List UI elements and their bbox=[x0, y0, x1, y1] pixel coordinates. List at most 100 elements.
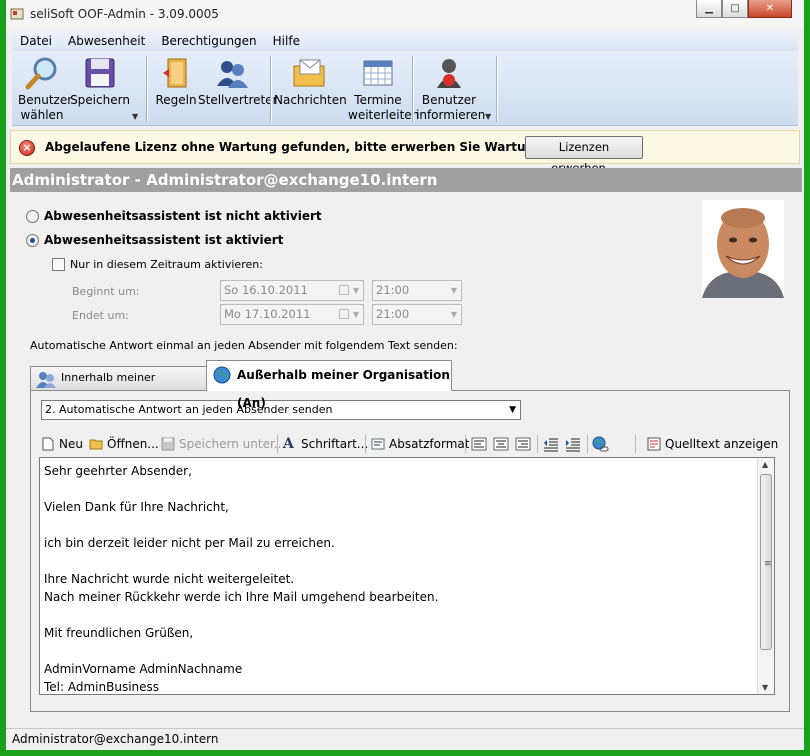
calendar-icon bbox=[363, 60, 393, 86]
new-button[interactable]: Neu bbox=[41, 435, 83, 453]
open-label: Öffnen... bbox=[107, 437, 159, 451]
users-icon bbox=[36, 372, 56, 388]
toolbar-separator bbox=[465, 435, 466, 453]
assistant-active-label: Abwesenheitsassistent ist aktiviert bbox=[44, 233, 284, 247]
editor-toolbar: Neu Öffnen... Speichern unter... A Schri… bbox=[39, 433, 781, 455]
globe-icon bbox=[213, 366, 231, 384]
message-editor[interactable]: Sehr geehrter Absender, Vielen Dank für … bbox=[39, 457, 775, 695]
scroll-down-arrow[interactable]: ▼ bbox=[762, 683, 768, 692]
message-body: Sehr geehrter Absender, Vielen Dank für … bbox=[44, 464, 439, 694]
begin-time-field[interactable]: 21:00 ▼ bbox=[372, 280, 462, 301]
forward-appointments-label-1: Termine bbox=[354, 93, 402, 107]
chevron-down-icon: ▼ bbox=[509, 405, 516, 415]
floppy-disk-icon bbox=[161, 437, 175, 451]
toolbar-separator bbox=[365, 435, 366, 453]
envelope-folder-icon bbox=[293, 59, 325, 87]
forward-appointments-label-2: weiterleiten bbox=[348, 108, 420, 122]
menu-bar: Datei Abwesenheit Berechtigungen Hilfe bbox=[12, 31, 798, 51]
menu-datei[interactable]: Datei bbox=[12, 34, 60, 48]
open-button[interactable]: Öffnen... bbox=[89, 435, 159, 453]
begin-label: Beginnt um: bbox=[72, 285, 140, 298]
period-label: Nur in diesem Zeitraum aktivieren: bbox=[70, 258, 263, 271]
rules-button[interactable]: Regeln bbox=[154, 54, 198, 108]
show-source-label: Quelltext anzeigen bbox=[665, 437, 779, 451]
assistant-inactive-label: Abwesenheitsassistent ist nicht aktivier… bbox=[44, 209, 322, 223]
font-icon: A bbox=[283, 436, 294, 452]
reply-mode-value: 2. Automatische Antwort an jeden Absende… bbox=[45, 403, 333, 416]
toolbar-separator bbox=[635, 435, 636, 453]
select-user-label-1: Benutzer bbox=[18, 93, 73, 107]
decrease-indent-icon[interactable] bbox=[543, 435, 559, 453]
align-left-icon[interactable] bbox=[471, 435, 487, 453]
font-button[interactable]: A Schriftart... bbox=[283, 435, 368, 453]
magnifier-icon bbox=[25, 57, 57, 90]
title-bar: seliSoft OOF-Admin - 3.09.0005 ▁ □ ✕ bbox=[6, 0, 804, 28]
end-date-field[interactable]: Mo 17.10.2011 ▼ bbox=[220, 304, 364, 325]
tab-panel-outside: 2. Automatische Antwort an jeden Absende… bbox=[30, 390, 790, 712]
main-content: Abwesenheitsassistent ist nicht aktivier… bbox=[10, 192, 802, 724]
calendar-icon bbox=[339, 285, 349, 295]
close-button[interactable]: ✕ bbox=[748, 0, 792, 18]
toolbar-separator bbox=[277, 435, 278, 453]
end-time-value: 21:00 bbox=[376, 307, 410, 321]
assistant-active-radio[interactable] bbox=[26, 234, 39, 247]
tab-inside-organization[interactable]: Innerhalb meiner Organisation bbox=[30, 366, 208, 406]
forward-appointments-button[interactable]: Termine weiterleiten bbox=[348, 54, 419, 123]
end-date-value: Mo 17.10.2011 bbox=[224, 307, 311, 321]
begin-date-field[interactable]: So 16.10.2011 ▼ bbox=[220, 280, 364, 301]
save-label: Speichern bbox=[70, 93, 130, 107]
rules-label: Regeln bbox=[155, 93, 197, 107]
scrollbar-grip: ≡ bbox=[764, 559, 772, 569]
menu-hilfe[interactable]: Hilfe bbox=[265, 34, 308, 48]
scroll-up-arrow[interactable]: ▲ bbox=[762, 460, 768, 469]
buy-licenses-button[interactable]: Lizenzen erwerben... bbox=[525, 136, 643, 175]
door-icon bbox=[163, 58, 187, 88]
select-user-button[interactable]: Benutzer wählen bbox=[18, 54, 72, 123]
begin-time-value: 21:00 bbox=[376, 283, 410, 297]
reply-mode-select[interactable]: 2. Automatische Antwort an jeden Absende… bbox=[41, 400, 521, 420]
scrollbar-thumb[interactable]: ≡ bbox=[760, 474, 772, 650]
folder-open-icon bbox=[89, 439, 103, 450]
end-time-field[interactable]: 21:00 ▼ bbox=[372, 304, 462, 325]
save-dropdown-arrow[interactable]: ▼ bbox=[132, 112, 138, 121]
toolbar-separator bbox=[146, 56, 147, 122]
editor-vertical-scrollbar[interactable]: ▲ ≡ ▼ bbox=[757, 458, 774, 694]
menu-berechtigungen[interactable]: Berechtigungen bbox=[153, 34, 264, 48]
increase-indent-icon[interactable] bbox=[565, 435, 581, 453]
chevron-down-icon: ▼ bbox=[450, 310, 457, 319]
paragraph-label: Absatzformat bbox=[389, 437, 470, 451]
inform-dropdown-arrow[interactable]: ▼ bbox=[485, 112, 491, 121]
window-title: seliSoft OOF-Admin - 3.09.0005 bbox=[30, 7, 219, 21]
status-bar: Administrator@exchange10.intern bbox=[6, 728, 804, 750]
tab-outside-organization[interactable]: Außerhalb meiner Organisation (An) bbox=[206, 360, 452, 410]
reply-instruction: Automatische Antwort einmal an jeden Abs… bbox=[30, 339, 458, 352]
period-checkbox[interactable] bbox=[52, 258, 65, 271]
select-user-label-2: wählen bbox=[20, 108, 64, 122]
toolbar-separator bbox=[587, 435, 588, 453]
messages-label: Nachrichten bbox=[274, 93, 347, 107]
deputy-label: Stellvertreter bbox=[198, 93, 278, 107]
messages-button[interactable]: Nachrichten bbox=[274, 54, 347, 108]
chevron-down-icon: ▼ bbox=[352, 286, 359, 295]
new-document-icon bbox=[42, 437, 54, 451]
new-label: Neu bbox=[59, 437, 83, 451]
paragraph-button[interactable]: Absatzformat bbox=[371, 435, 469, 453]
deputy-button[interactable]: Stellvertreter bbox=[198, 54, 278, 108]
toolbar-separator bbox=[537, 435, 538, 453]
user-header: Administrator - Administrator@exchange10… bbox=[10, 168, 802, 192]
main-toolbar: Benutzer wählen Speichern ▼ Regeln Stell… bbox=[12, 52, 798, 126]
show-source-button[interactable]: Quelltext anzeigen bbox=[647, 435, 778, 453]
floppy-disk-icon bbox=[85, 58, 115, 88]
align-center-icon[interactable] bbox=[493, 435, 509, 453]
begin-date-value: So 16.10.2011 bbox=[224, 283, 308, 297]
minimize-button[interactable]: ▁ bbox=[696, 0, 722, 18]
save-button[interactable]: Speichern bbox=[70, 54, 130, 108]
inform-user-button[interactable]: Benutzer informieren bbox=[416, 54, 485, 123]
hyperlink-globe-icon[interactable] bbox=[591, 435, 609, 453]
assistant-inactive-radio[interactable] bbox=[26, 210, 39, 223]
inform-user-label-1: Benutzer bbox=[421, 93, 477, 107]
save-as-button[interactable]: Speichern unter... bbox=[161, 435, 285, 453]
maximize-button[interactable]: □ bbox=[722, 0, 748, 18]
align-right-icon[interactable] bbox=[515, 435, 531, 453]
menu-abwesenheit[interactable]: Abwesenheit bbox=[60, 34, 153, 48]
